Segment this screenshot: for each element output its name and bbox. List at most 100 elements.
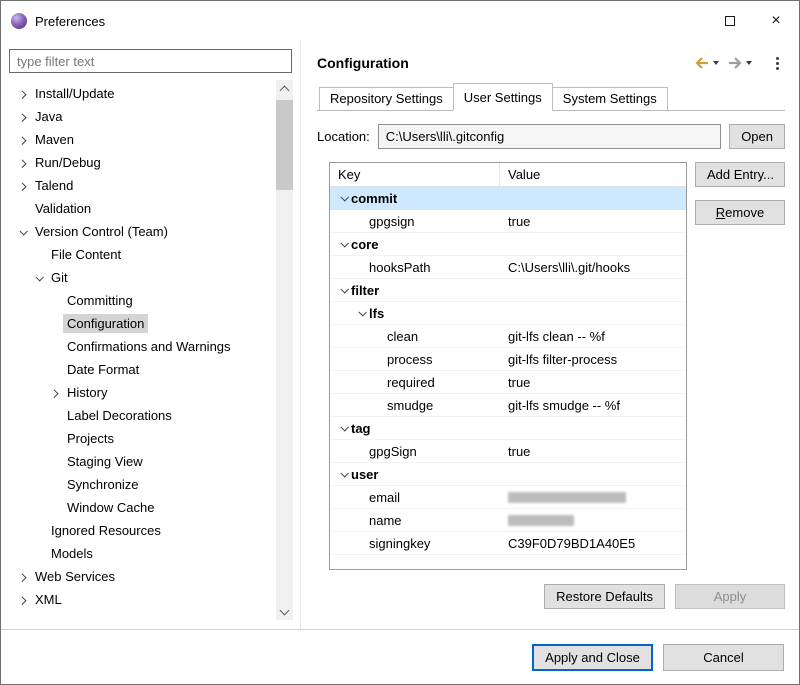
- chevron-right-icon[interactable]: [15, 569, 31, 585]
- back-dropdown-icon[interactable]: [713, 61, 719, 65]
- value-cell: C:\Users\lli\.git/hooks: [500, 256, 686, 278]
- key-cell: name: [330, 509, 500, 531]
- scrollbar-thumb[interactable]: [276, 100, 293, 190]
- config-row-hookspath[interactable]: hooksPathC:\Users\lli\.git/hooks: [330, 256, 686, 279]
- restore-defaults-button[interactable]: Restore Defaults: [544, 584, 665, 609]
- scrollbar-track[interactable]: [276, 97, 293, 603]
- sidebar-item-synchronize[interactable]: Synchronize: [9, 473, 292, 496]
- value-cell: [500, 509, 686, 531]
- forward-dropdown-icon[interactable]: [746, 61, 752, 65]
- add-entry-button[interactable]: Add Entry...: [695, 162, 785, 187]
- sidebar-item-date-format[interactable]: Date Format: [9, 358, 292, 381]
- config-row-smudge[interactable]: smudgegit-lfs smudge -- %f: [330, 394, 686, 417]
- column-header-key[interactable]: Key: [330, 163, 500, 186]
- close-icon: ×: [771, 13, 780, 29]
- sidebar-item-maven[interactable]: Maven: [9, 128, 292, 151]
- config-row-required[interactable]: requiredtrue: [330, 371, 686, 394]
- chevron-right-icon[interactable]: [15, 155, 31, 171]
- chevron-right-icon[interactable]: [15, 592, 31, 608]
- tree-scrollbar[interactable]: [276, 80, 293, 620]
- tab-system-settings[interactable]: System Settings: [552, 87, 668, 110]
- sidebar-item-file-content[interactable]: File Content: [9, 243, 292, 266]
- sidebar-item-git[interactable]: Git: [9, 266, 292, 289]
- sidebar-item-talend[interactable]: Talend: [9, 174, 292, 197]
- chevron-down-icon[interactable]: [336, 467, 351, 482]
- chevron-down-icon[interactable]: [15, 224, 31, 240]
- config-row-commit[interactable]: commit: [330, 187, 686, 210]
- preferences-sidebar: Install/Update JavaMavenRun/DebugTalendVa…: [1, 41, 301, 629]
- view-menu-icon[interactable]: [770, 55, 785, 72]
- sidebar-item-window-cache[interactable]: Window Cache: [9, 496, 292, 519]
- forward-button[interactable]: [725, 54, 754, 72]
- config-row-tag[interactable]: tag: [330, 417, 686, 440]
- chevron-down-icon[interactable]: [31, 270, 47, 286]
- config-row-name[interactable]: name: [330, 509, 686, 532]
- forward-arrow-icon: [727, 56, 743, 70]
- chevron-down-icon[interactable]: [336, 421, 351, 436]
- sidebar-item-validation[interactable]: Validation: [9, 197, 292, 220]
- chevron-down-icon[interactable]: [336, 237, 351, 252]
- sidebar-item-configuration[interactable]: Configuration: [9, 312, 292, 335]
- remove-button[interactable]: Remove: [695, 200, 785, 225]
- sidebar-item-history[interactable]: History: [9, 381, 292, 404]
- key-label: process: [387, 352, 433, 367]
- cancel-button[interactable]: Cancel: [663, 644, 784, 671]
- open-button[interactable]: Open: [729, 124, 785, 149]
- config-row-clean[interactable]: cleangit-lfs clean -- %f: [330, 325, 686, 348]
- sidebar-item-label: Install/Update: [31, 84, 119, 103]
- chevron-right-icon[interactable]: [15, 109, 31, 125]
- value-cell: [500, 486, 686, 508]
- sidebar-item-label: Label Decorations: [63, 406, 176, 425]
- tab-user-settings[interactable]: User Settings: [453, 83, 553, 111]
- maximize-icon: [725, 16, 735, 26]
- sidebar-item-models[interactable]: Models: [9, 542, 292, 565]
- column-header-value[interactable]: Value: [500, 167, 686, 182]
- sidebar-item-java[interactable]: Java: [9, 105, 292, 128]
- maximize-button[interactable]: [707, 1, 753, 41]
- back-button[interactable]: [692, 54, 721, 72]
- value-cell: [500, 417, 686, 439]
- config-row-email[interactable]: email: [330, 486, 686, 509]
- close-button[interactable]: ×: [753, 1, 799, 41]
- location-field[interactable]: C:\Users\lli\.gitconfig: [378, 124, 721, 149]
- chevron-right-icon[interactable]: [47, 385, 63, 401]
- sidebar-item-web-services[interactable]: Web Services: [9, 565, 292, 588]
- apply-and-close-button[interactable]: Apply and Close: [532, 644, 653, 671]
- chevron-right-icon[interactable]: [15, 178, 31, 194]
- sidebar-item-label: Configuration: [63, 314, 148, 333]
- sidebar-item-confirmations-and-warnings[interactable]: Confirmations and Warnings: [9, 335, 292, 358]
- sidebar-item-label-decorations[interactable]: Label Decorations: [9, 404, 292, 427]
- sidebar-item-staging-view[interactable]: Staging View: [9, 450, 292, 473]
- sidebar-item-xml[interactable]: XML: [9, 588, 292, 611]
- tab-repository-settings[interactable]: Repository Settings: [319, 87, 454, 110]
- key-cell: filter: [330, 279, 500, 301]
- scroll-up-icon[interactable]: [276, 80, 293, 97]
- config-row-gpgsign[interactable]: gpgsigntrue: [330, 210, 686, 233]
- filter-input[interactable]: [9, 49, 292, 73]
- chevron-right-icon[interactable]: [15, 132, 31, 148]
- key-label: signingkey: [369, 536, 430, 551]
- sidebar-item-committing[interactable]: Committing: [9, 289, 292, 312]
- config-row-gpgsign[interactable]: gpgSigntrue: [330, 440, 686, 463]
- sidebar-item-label: History: [63, 383, 111, 402]
- config-row-core[interactable]: core: [330, 233, 686, 256]
- config-row-user[interactable]: user: [330, 463, 686, 486]
- location-row: Location: C:\Users\lli\.gitconfig Open: [317, 124, 785, 149]
- scroll-down-icon[interactable]: [276, 603, 293, 620]
- sidebar-item-run-debug[interactable]: Run/Debug: [9, 151, 292, 174]
- config-row-process[interactable]: processgit-lfs filter-process: [330, 348, 686, 371]
- sidebar-item-ignored-resources[interactable]: Ignored Resources: [9, 519, 292, 542]
- sidebar-item-projects[interactable]: Projects: [9, 427, 292, 450]
- chevron-right-icon[interactable]: [15, 86, 31, 102]
- key-cell: core: [330, 233, 500, 255]
- sidebar-item-label: Confirmations and Warnings: [63, 337, 235, 356]
- sidebar-item-version-control-team[interactable]: Version Control (Team): [9, 220, 292, 243]
- sidebar-item-install-update[interactable]: Install/Update: [9, 82, 292, 105]
- chevron-down-icon[interactable]: [336, 283, 351, 298]
- config-row-lfs[interactable]: lfs: [330, 302, 686, 325]
- sidebar-item-label: Synchronize: [63, 475, 143, 494]
- config-row-signingkey[interactable]: signingkeyC39F0D79BD1A40E5: [330, 532, 686, 555]
- chevron-down-icon[interactable]: [354, 306, 369, 321]
- config-row-filter[interactable]: filter: [330, 279, 686, 302]
- chevron-down-icon[interactable]: [336, 191, 351, 206]
